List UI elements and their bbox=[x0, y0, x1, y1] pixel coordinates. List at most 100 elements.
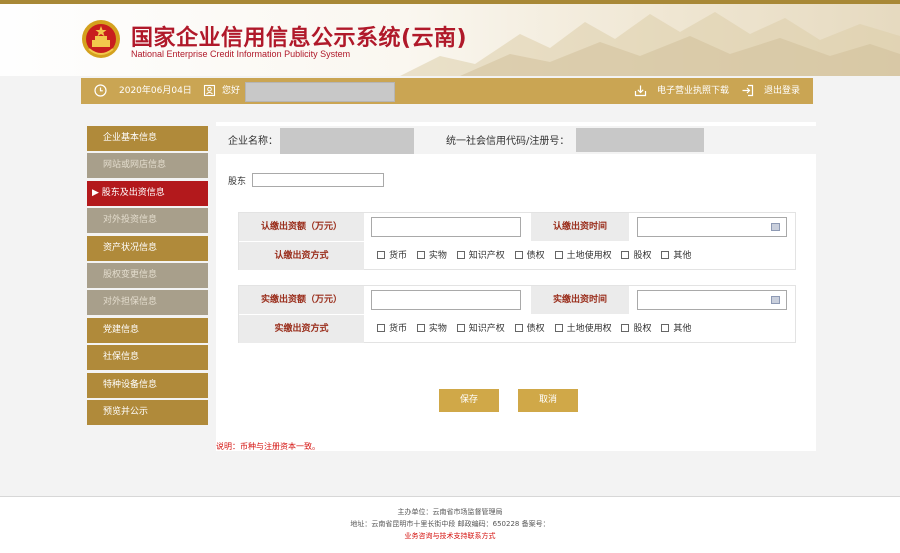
checkbox[interactable] bbox=[661, 250, 670, 259]
option-label: 货币 bbox=[389, 324, 408, 334]
paid-row-2: 实缴出资方式 货币 实物 知识产权 债权 土地使用权 股权 其他 bbox=[239, 315, 795, 343]
shareholder-input[interactable] bbox=[252, 173, 384, 187]
sidebar-item-basic-info[interactable]: 企业基本信息 bbox=[87, 126, 208, 151]
subscribed-row-1: 认缴出资额（万元） 认缴出资时间 bbox=[239, 213, 795, 241]
option-label: 实物 bbox=[428, 324, 447, 334]
credit-code-label: 统一社会信用代码/注册号： bbox=[446, 136, 570, 147]
subscribed-option-currency[interactable]: 货币 bbox=[377, 242, 407, 270]
paid-capital-block: 实缴出资额（万元） 实缴出资时间 实缴出资方式 货币 实物 知识产权 债权 土地… bbox=[238, 285, 796, 343]
site-title: 国家企业信用信息公示系统(云南) bbox=[131, 26, 468, 51]
footer-address: 地址：云南省昆明市十里长街中段 邮政编码：650228 备案号： bbox=[350, 520, 550, 528]
sidebar-item-preview-publish[interactable]: 预览并公示 bbox=[87, 399, 208, 425]
sidebar-item-party-building[interactable]: 党建信息 bbox=[87, 317, 208, 343]
checkbox[interactable] bbox=[554, 250, 563, 259]
checkbox[interactable] bbox=[661, 323, 670, 332]
paid-method-label: 实缴出资方式 bbox=[239, 315, 364, 343]
page-footer: 主办单位：云南省市场监督管理局 地址：云南省昆明市十里长街中段 邮政编码：650… bbox=[0, 497, 900, 553]
logout-link[interactable]: 退出登录 bbox=[764, 78, 800, 104]
checkbox[interactable] bbox=[514, 323, 523, 332]
currency-note: 说明：币种与注册资本一致。 bbox=[216, 442, 320, 451]
sidebar-item-social-security[interactable]: 社保信息 bbox=[87, 345, 208, 371]
subscribed-date-input[interactable] bbox=[637, 217, 787, 237]
paid-amount-input[interactable] bbox=[371, 290, 521, 310]
username-redacted bbox=[245, 82, 395, 102]
sidebar-item-shareholder-info[interactable]: ▶ 股东及出资信息 bbox=[87, 180, 208, 206]
subscribed-amount-input[interactable] bbox=[371, 217, 521, 237]
company-name-redacted bbox=[280, 128, 414, 154]
paid-option-currency[interactable]: 货币 bbox=[377, 315, 407, 343]
paid-option-other[interactable]: 其他 bbox=[661, 315, 691, 343]
checkbox[interactable] bbox=[456, 250, 465, 259]
option-label: 股权 bbox=[633, 251, 652, 261]
checkbox[interactable] bbox=[416, 323, 425, 332]
subscribed-amount-label: 认缴出资额（万元） bbox=[239, 213, 364, 241]
option-label: 其他 bbox=[673, 324, 692, 334]
subscribed-date-label: 认缴出资时间 bbox=[531, 213, 629, 241]
mountain-decoration bbox=[400, 12, 900, 76]
checkbox[interactable] bbox=[621, 250, 630, 259]
option-label: 知识产权 bbox=[468, 251, 505, 261]
subscribed-option-ip[interactable]: 知识产权 bbox=[456, 242, 505, 270]
subscribed-option-other[interactable]: 其他 bbox=[661, 242, 691, 270]
paid-date-label: 实缴出资时间 bbox=[531, 286, 629, 314]
sidebar-item-guarantee[interactable]: 对外担保信息 bbox=[87, 290, 208, 316]
subscribed-method-label: 认缴出资方式 bbox=[239, 242, 364, 270]
sidebar-item-assets[interactable]: 资产状况信息 bbox=[87, 235, 208, 261]
option-label: 知识产权 bbox=[468, 324, 505, 334]
option-label: 货币 bbox=[389, 251, 408, 261]
paid-option-ip[interactable]: 知识产权 bbox=[456, 315, 505, 343]
sidebar-item-website-info[interactable]: 网站或网店信息 bbox=[87, 153, 208, 179]
option-label: 实物 bbox=[428, 251, 447, 261]
checkbox[interactable] bbox=[416, 250, 425, 259]
checkbox[interactable] bbox=[456, 323, 465, 332]
sidebar-item-special-equipment[interactable]: 特种设备信息 bbox=[87, 372, 208, 398]
save-button[interactable]: 保存 bbox=[439, 389, 499, 412]
clock-icon bbox=[94, 84, 107, 97]
logout-icon[interactable] bbox=[741, 84, 754, 97]
subscribed-option-land[interactable]: 土地使用权 bbox=[554, 242, 612, 270]
subscribed-row-2: 认缴出资方式 货币 实物 知识产权 债权 土地使用权 股权 其他 bbox=[239, 242, 795, 270]
site-subtitle: National Enterprise Credit Information P… bbox=[131, 49, 351, 59]
credit-code-redacted bbox=[576, 128, 704, 152]
sidebar-item-outbound-investment[interactable]: 对外投资信息 bbox=[87, 208, 208, 234]
option-label: 股权 bbox=[633, 324, 652, 334]
footer-support-link[interactable]: 业务咨询与技术支持联系方式 bbox=[0, 530, 900, 542]
paid-option-physical[interactable]: 实物 bbox=[416, 315, 447, 343]
paid-option-debt[interactable]: 债权 bbox=[514, 315, 545, 343]
subscribed-option-equity[interactable]: 股权 bbox=[621, 242, 651, 270]
paid-option-land[interactable]: 土地使用权 bbox=[554, 315, 612, 343]
national-emblem-icon bbox=[82, 20, 120, 58]
checkbox[interactable] bbox=[377, 323, 385, 332]
subscribed-option-physical[interactable]: 实物 bbox=[416, 242, 447, 270]
header-banner: 国家企业信用信息公示系统(云南) National Enterprise Cre… bbox=[0, 4, 900, 76]
calendar-icon[interactable] bbox=[771, 296, 780, 304]
checkbox[interactable] bbox=[514, 250, 523, 259]
paid-date-input[interactable] bbox=[637, 290, 787, 310]
option-label: 土地使用权 bbox=[566, 251, 612, 261]
greeting-label: 您好 bbox=[222, 86, 241, 96]
paid-row-1: 实缴出资额（万元） 实缴出资时间 bbox=[239, 286, 795, 314]
checkbox[interactable] bbox=[621, 323, 630, 332]
subscribed-option-debt[interactable]: 债权 bbox=[514, 242, 545, 270]
sidebar-nav: 企业基本信息 网站或网店信息 ▶ 股东及出资信息 对外投资信息 资产状况信息 股… bbox=[87, 126, 208, 427]
checkbox[interactable] bbox=[377, 250, 385, 259]
current-date: 2020年06月04日 bbox=[119, 86, 192, 96]
info-bar: 2020年06月04日 您好 电子营业执照下载 退出登录 bbox=[81, 78, 813, 104]
subscribed-method-options: 货币 实物 知识产权 债权 土地使用权 股权 其他 bbox=[377, 242, 698, 270]
checkbox[interactable] bbox=[554, 323, 563, 332]
calendar-icon[interactable] bbox=[771, 223, 780, 231]
user-card-icon bbox=[203, 84, 216, 97]
company-name-label: 企业名称： bbox=[228, 136, 278, 147]
option-label: 债权 bbox=[526, 251, 545, 261]
paid-amount-label: 实缴出资额（万元） bbox=[239, 286, 364, 314]
paid-method-options: 货币 实物 知识产权 债权 土地使用权 股权 其他 bbox=[377, 315, 698, 343]
download-icon[interactable] bbox=[634, 84, 647, 97]
license-download-link[interactable]: 电子营业执照下载 bbox=[657, 78, 729, 104]
cancel-button[interactable]: 取消 bbox=[518, 389, 578, 412]
sidebar-item-equity-change[interactable]: 股权变更信息 bbox=[87, 262, 208, 288]
option-label: 债权 bbox=[526, 324, 545, 334]
paid-option-equity[interactable]: 股权 bbox=[621, 315, 651, 343]
footer-sponsor: 主办单位：云南省市场监督管理局 bbox=[397, 508, 503, 516]
shareholder-label: 股东 bbox=[228, 177, 247, 187]
option-label: 其他 bbox=[673, 251, 692, 261]
